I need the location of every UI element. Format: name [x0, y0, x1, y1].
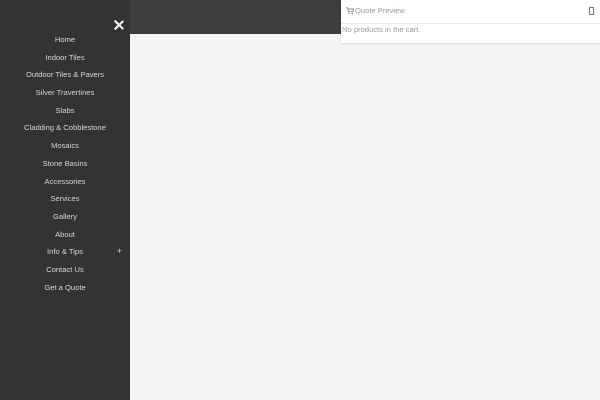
quote-preview-header[interactable]: Quote Preview [341, 0, 600, 24]
menu-item-outdoor-tiles-pavers[interactable]: Outdoor Tiles & Pavers [0, 66, 130, 84]
menu-item-services[interactable]: Services [0, 190, 130, 208]
menu-item-accessories[interactable]: Accessories [0, 173, 130, 191]
panel-toggle-icon[interactable] [589, 7, 594, 15]
menu-item-cladding-cobblestone[interactable]: Cladding & Cobblestone [0, 119, 130, 137]
plus-icon[interactable]: + [117, 243, 122, 261]
menu-item-info-tips[interactable]: Info & Tips + [0, 243, 130, 261]
menu-item-about[interactable]: About [0, 226, 130, 244]
menu-item-home[interactable]: Home [0, 31, 130, 49]
cart-icon [346, 7, 354, 15]
menu-list: Home Indoor Tiles Outdoor Tiles & Pavers… [0, 31, 130, 296]
menu-item-slabs[interactable]: Slabs [0, 102, 130, 120]
menu-item-contact-us[interactable]: Contact Us [0, 261, 130, 279]
menu-item-silver-travertines[interactable]: Silver Travertines [0, 84, 130, 102]
menu-item-indoor-tiles[interactable]: Indoor Tiles [0, 49, 130, 67]
menu-item-gallery[interactable]: Gallery [0, 208, 130, 226]
menu-item-mosaics[interactable]: Mosaics [0, 137, 130, 155]
menu-item-get-a-quote[interactable]: Get a Quote [0, 279, 130, 297]
side-menu: Home Indoor Tiles Outdoor Tiles & Pavers… [0, 0, 130, 400]
menu-item-stone-basins[interactable]: Stone Basins [0, 155, 130, 173]
quote-preview-title: Quote Preview [355, 6, 405, 15]
quote-preview-panel: Quote Preview No products in the cart. [341, 0, 600, 43]
cart-empty-message: No products in the cart. [342, 25, 421, 34]
